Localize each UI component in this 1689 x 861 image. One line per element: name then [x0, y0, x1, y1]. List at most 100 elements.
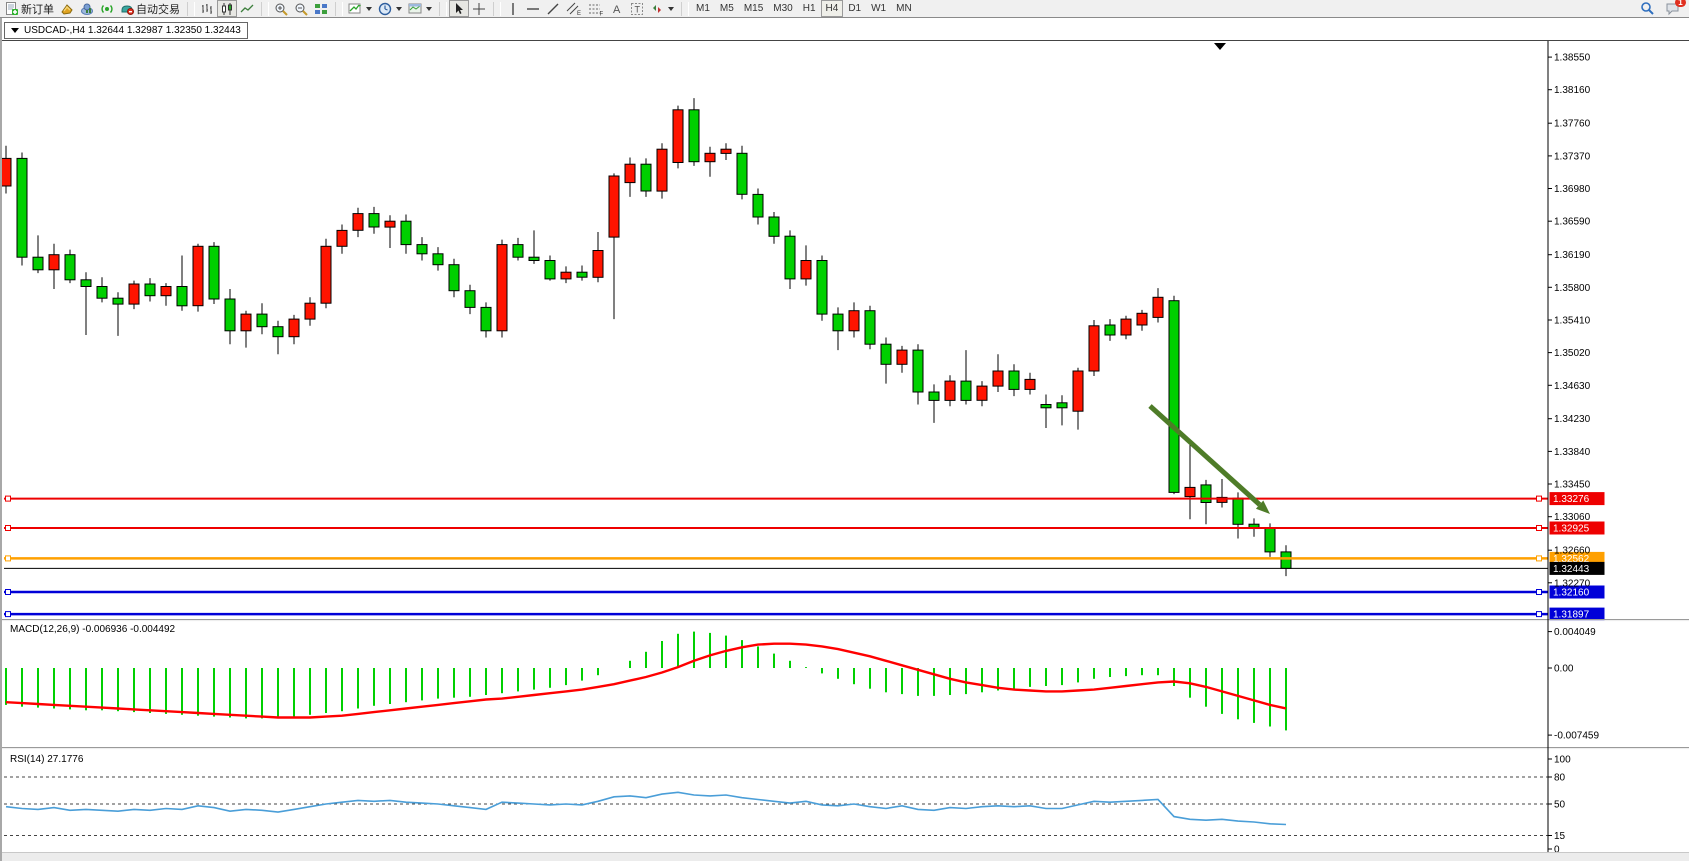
crosshair-icon — [472, 2, 486, 16]
equidistant-channel-icon: E — [566, 2, 582, 16]
svg-text:1.35410: 1.35410 — [1554, 316, 1591, 327]
tile-windows-icon — [314, 2, 328, 16]
horizontal-line-icon — [526, 2, 540, 16]
auto-trading-button[interactable]: 自动交易 — [117, 0, 183, 17]
timeframe-m5-button[interactable]: M5 — [715, 0, 739, 17]
navigator-icon — [80, 2, 94, 16]
new-order-button[interactable]: 新订单 — [2, 0, 57, 17]
svg-text:1.37760: 1.37760 — [1554, 119, 1591, 130]
periods-button[interactable] — [375, 0, 405, 17]
chevron-down-icon — [366, 7, 372, 11]
bar-chart-icon — [200, 2, 214, 16]
line-chart-type-button[interactable] — [237, 0, 257, 17]
svg-text:1.32443: 1.32443 — [1553, 564, 1590, 575]
toolbar-separator — [493, 2, 501, 16]
chevron-down-icon — [426, 7, 432, 11]
trendline-tool-button[interactable] — [543, 0, 563, 17]
price-chart[interactable]: 1.332761.329251.325621.321601.318971.324… — [2, 18, 1689, 861]
navigator-button[interactable] — [77, 0, 97, 17]
text-tool-button[interactable]: A — [607, 0, 627, 17]
svg-text:80: 80 — [1554, 773, 1566, 784]
equidistant-channel-tool-button[interactable]: E — [563, 0, 585, 17]
macd-label: MACD(12,26,9) -0.006936 -0.004492 — [10, 624, 176, 635]
timeframe-h4-button[interactable]: H4 — [821, 0, 844, 17]
timeframe-m1-button[interactable]: M1 — [691, 0, 715, 17]
indicators-icon — [348, 2, 362, 16]
vertical-line-tool-button[interactable] — [503, 0, 523, 17]
svg-text:1.32660: 1.32660 — [1554, 546, 1591, 557]
bar-chart-type-button[interactable] — [197, 0, 217, 17]
svg-text:1.36980: 1.36980 — [1554, 184, 1591, 195]
text-label-tool-icon: T — [630, 2, 644, 16]
svg-text:15: 15 — [1554, 831, 1566, 842]
svg-text:1.38550: 1.38550 — [1554, 53, 1591, 64]
terminal-icon — [100, 2, 114, 16]
horizontal-lines[interactable]: 1.332761.329251.325621.321601.318971.324… — [4, 492, 1605, 620]
notifications-button[interactable]: 1 — [1662, 0, 1683, 17]
fibonacci-icon: F — [588, 2, 604, 16]
candlestick-chart-icon — [220, 2, 234, 16]
svg-text:1.32270: 1.32270 — [1554, 578, 1591, 589]
svg-text:A: A — [613, 4, 621, 16]
timeframe-m15-button[interactable]: M15 — [739, 0, 768, 17]
collapse-triangle-icon — [11, 28, 19, 33]
templates-icon — [408, 2, 422, 16]
timeframe-d1-button[interactable]: D1 — [843, 0, 866, 17]
svg-text:1.33840: 1.33840 — [1554, 447, 1591, 458]
toolbar-separator — [681, 2, 689, 16]
toolbar-separator — [187, 2, 195, 16]
candles — [2, 98, 1291, 576]
chart-title: USDCAD-,H4 1.32644 1.32987 1.32350 1.324… — [24, 25, 241, 36]
arrows-tool-button[interactable] — [647, 0, 677, 17]
toolbar-separator — [439, 2, 447, 16]
timeframe-h1-button[interactable]: H1 — [798, 0, 821, 17]
vertical-line-icon — [506, 2, 520, 16]
terminal-button[interactable] — [97, 0, 117, 17]
text-tool-icon: A — [610, 2, 624, 16]
fibonacci-tool-button[interactable]: F — [585, 0, 607, 17]
chevron-down-icon — [668, 7, 674, 11]
search-icon — [1640, 1, 1655, 16]
candlestick-chart-type-button[interactable] — [217, 0, 237, 17]
market-watch-button[interactable] — [57, 0, 77, 17]
zoom-out-button[interactable] — [291, 0, 311, 17]
svg-text:1.37370: 1.37370 — [1554, 151, 1591, 162]
toolbar-separator — [335, 2, 343, 16]
svg-text:1.33450: 1.33450 — [1554, 480, 1591, 491]
toolbar-separator — [261, 2, 269, 16]
indicators-button[interactable] — [345, 0, 375, 17]
svg-text:E: E — [577, 11, 581, 16]
cursor-icon — [452, 2, 466, 16]
svg-text:50: 50 — [1554, 800, 1566, 811]
rsi-line — [6, 792, 1286, 824]
line-chart-icon — [240, 2, 254, 16]
price-axis[interactable]: 1.385501.381601.377601.373701.369801.365… — [1548, 53, 1591, 590]
horizontal-line-tool-button[interactable] — [523, 0, 543, 17]
crosshair-tool-button[interactable] — [469, 0, 489, 17]
market-watch-icon — [60, 2, 74, 16]
rsi-pane: RSI(14) 27.17761008050150 — [4, 754, 1571, 856]
svg-text:1.34230: 1.34230 — [1554, 414, 1591, 425]
timeframe-m30-button[interactable]: M30 — [768, 0, 797, 17]
svg-text:1.32925: 1.32925 — [1553, 524, 1590, 535]
svg-text:1.33060: 1.33060 — [1554, 512, 1591, 523]
svg-text:0.00: 0.00 — [1554, 664, 1574, 675]
templates-button[interactable] — [405, 0, 435, 17]
svg-text:-0.007459: -0.007459 — [1554, 731, 1599, 742]
chart-ohlc-box[interactable]: USDCAD-,H4 1.32644 1.32987 1.32350 1.324… — [4, 22, 248, 39]
zoom-in-icon — [274, 2, 288, 16]
svg-text:F: F — [600, 11, 604, 16]
zoom-in-button[interactable] — [271, 0, 291, 17]
timeframe-w1-button[interactable]: W1 — [866, 0, 891, 17]
text-label-tool-button[interactable]: T — [627, 0, 647, 17]
search-button[interactable] — [1637, 0, 1658, 17]
cursor-tool-button[interactable] — [449, 0, 469, 17]
timeframe-mn-button[interactable]: MN — [891, 0, 917, 17]
tile-windows-button[interactable] — [311, 0, 331, 17]
auto-trading-icon — [120, 2, 134, 16]
status-strip — [2, 852, 1689, 861]
shift-marker-icon — [1214, 43, 1226, 50]
new-order-icon — [5, 2, 19, 16]
svg-text:1.34630: 1.34630 — [1554, 381, 1591, 392]
auto-trading-label: 自动交易 — [136, 1, 180, 17]
